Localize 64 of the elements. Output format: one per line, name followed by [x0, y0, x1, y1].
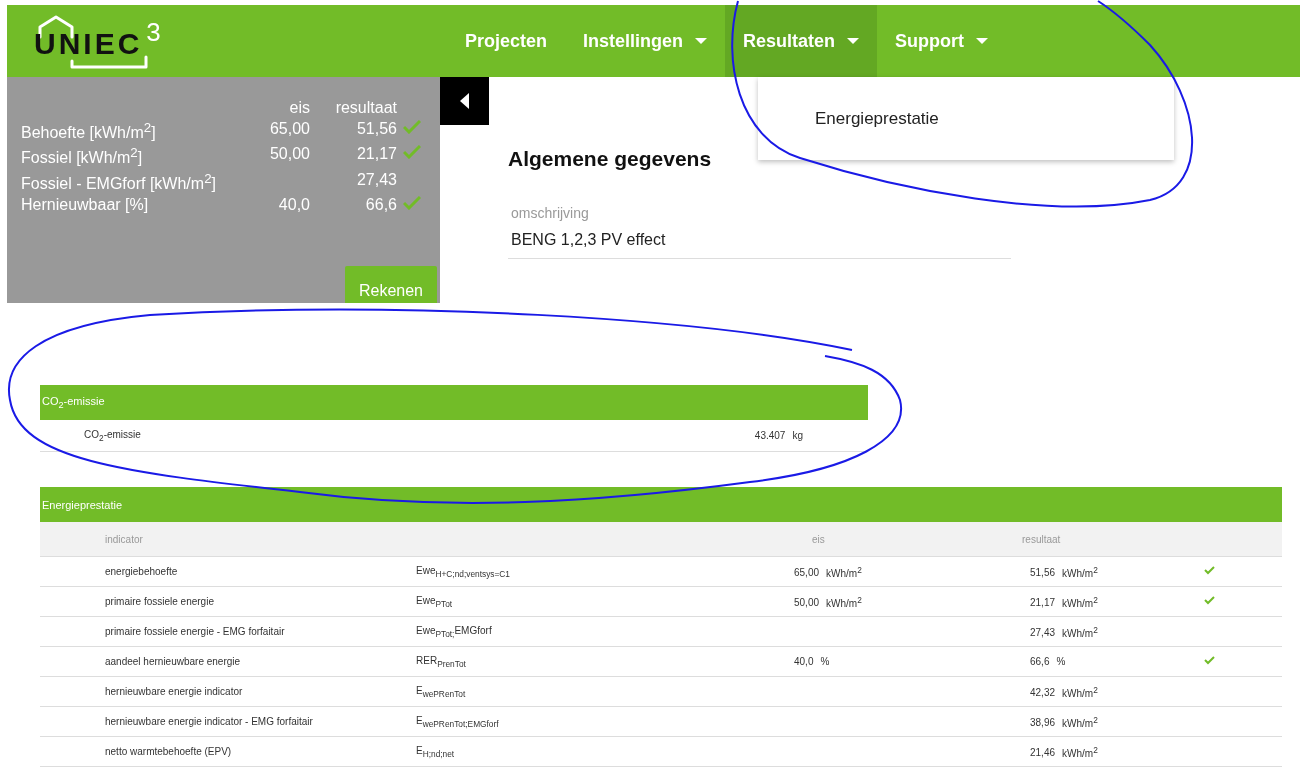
summary-value: 40,0: [278, 196, 310, 213]
table-cell: primaire fossiele energie - EMG forfaitair: [105, 626, 285, 637]
table-cell: 21,46: [1030, 747, 1056, 759]
description-field[interactable]: omschrijving BENG 1,2,3 PV effect: [508, 205, 1011, 259]
column-header: resultaat: [1022, 533, 1061, 545]
summary-value: 50,00: [269, 145, 310, 163]
table-cell: primaire fossiele energie: [105, 596, 214, 607]
summary-label: Behoefte [kWh/m$^{2}$]: [21, 120, 157, 143]
symbol-cell: RER$_{PrenTot}$: [416, 654, 466, 666]
menu-item[interactable]: Energieprestatie: [815, 108, 939, 129]
table-cell: 27,43: [1030, 627, 1056, 639]
unit-label: kWh/m$^{2}$: [1062, 687, 1098, 699]
table-cell: 21,17: [1030, 597, 1056, 609]
table-cell: 40,0: [794, 656, 814, 667]
table-cell: 43.407: [754, 430, 786, 441]
symbol-cell: Ewe$_{PTot;}$EMGforf: [416, 624, 492, 636]
table-cell: CO$_{2}$-emissie: [84, 428, 141, 443]
table-cell: 65,00: [794, 567, 820, 579]
table-cell: 38,96: [1030, 717, 1056, 729]
unit-label: kWh/m$^{2}$: [1062, 627, 1098, 639]
unit-label: %: [1056, 656, 1066, 667]
table-cell: 66,6: [1030, 656, 1050, 667]
summary-label: Fossiel [kWh/m$^{2}$]: [21, 145, 144, 168]
table-cell: netto warmtebehoefte (EPV): [105, 746, 232, 757]
summary-value: 51,56: [356, 120, 397, 137]
unit-label: kWh/m$^{2}$: [826, 597, 862, 609]
calculate-button[interactable]: Rekenen: [344, 266, 437, 303]
symbol-cell: Ewe$_{PTot}$: [416, 594, 453, 606]
table-cell: 42,32: [1030, 687, 1056, 699]
table-cell: 51,56: [1030, 567, 1056, 579]
column-header: resultaat: [334, 99, 397, 117]
unit-label: kWh/m$^{2}$: [826, 567, 862, 579]
nav-tab[interactable]: Instellingen: [565, 5, 726, 77]
nav-tab[interactable]: Resultaten: [725, 5, 878, 77]
panel-title: Energieprestatie: [42, 498, 123, 511]
column-header: indicator: [105, 533, 143, 545]
section-title: Algemene gegevens: [508, 147, 713, 171]
chevron-left-icon: [459, 93, 470, 109]
nav-tab[interactable]: Projecten: [447, 5, 566, 77]
unit-label: %: [820, 656, 830, 667]
unit-label: kWh/m$^{2}$: [1062, 567, 1098, 579]
table-cell: hernieuwbare energie indicator: [105, 686, 243, 697]
table-cell: 50,00: [794, 597, 820, 609]
summary-value: 21,17: [356, 145, 397, 163]
unit-label: kWh/m$^{2}$: [1062, 717, 1098, 729]
symbol-cell: E$_{wePRenTot}$: [416, 684, 466, 696]
summary-value: 66,6: [365, 196, 397, 213]
unit-label: kg: [792, 430, 803, 441]
column-header: eis: [288, 99, 310, 117]
column-header: eis: [812, 533, 825, 545]
summary-value: 65,00: [269, 120, 310, 137]
symbol-cell: E$_{H;nd;net}$: [416, 744, 455, 756]
unit-label: kWh/m$^{2}$: [1062, 597, 1098, 609]
table-cell: hernieuwbare energie indicator - EMG forfaitair: [105, 716, 313, 727]
summary-value: 27,43: [356, 170, 397, 188]
table-cell: energiebehoefte: [105, 566, 178, 577]
panel-title: CO$_{2}$-emissie: [42, 394, 105, 411]
collapse-button[interactable]: [440, 77, 489, 125]
summary-label: Hernieuwbaar [%]: [21, 196, 150, 214]
table-cell: aandeel hernieuwbare energie: [105, 656, 241, 667]
nav-tab[interactable]: Support: [877, 5, 1007, 77]
symbol-cell: E$_{wePRenTot;EMGforf}$: [416, 714, 499, 726]
unit-label: kWh/m$^{2}$: [1062, 747, 1098, 759]
summary-label: Fossiel - EMGforf [kWh/m$^{2}$]: [21, 170, 217, 193]
